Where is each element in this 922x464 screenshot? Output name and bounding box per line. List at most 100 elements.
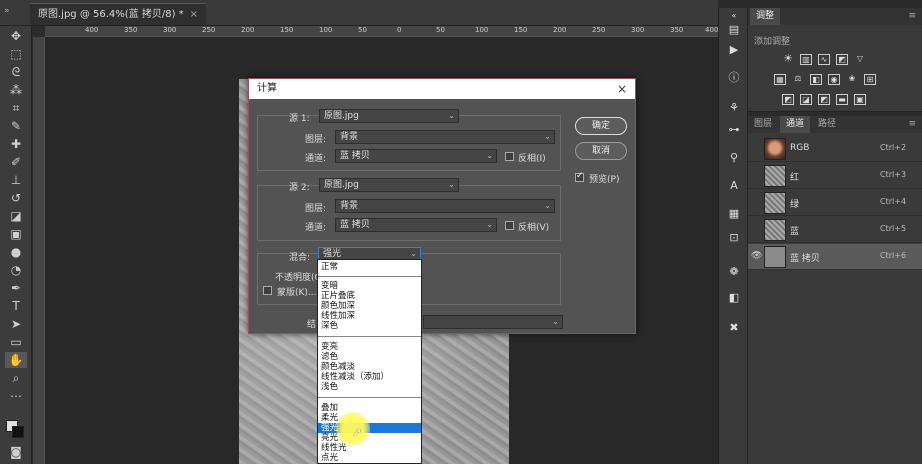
blend-option[interactable]: 亮光 [318,433,421,443]
close-icon[interactable]: × [190,9,198,20]
channel-mixer-icon[interactable]: ❀ [846,74,858,85]
vibrance-icon[interactable]: ▽ [854,54,866,65]
blend-mode-dropdown[interactable]: 正常 变暗 正片叠底 颜色加深 线性加深 深色 变亮 滤色 颜色减淡 线性减淡（… [317,259,422,464]
blend-option[interactable]: 深色 [318,321,421,331]
quick-mask-icon[interactable]: ◙ [5,444,27,460]
rectangle-tool-icon[interactable]: ▭ [5,334,27,350]
channel-row-green[interactable]: 绿 Ctrl+4 [748,190,922,216]
source1-channel-label: 通道: [305,154,327,164]
eraser-tool-icon[interactable]: ◪ [5,208,27,224]
tab-layers[interactable]: 图层 [748,116,778,133]
blend-option[interactable]: 叠加 [318,403,421,413]
path-selection-tool-icon[interactable]: ➤ [5,316,27,332]
channel-row-blue[interactable]: 蓝 Ctrl+5 [748,217,922,243]
source1-file-select[interactable]: 原图.jpg ⌄ [319,109,459,123]
panel-menu-icon[interactable]: ≡ [908,11,916,21]
exposure-icon[interactable]: ◩ [836,54,848,65]
panel-menu-icon[interactable]: ≡ [908,119,916,129]
history-brush-tool-icon[interactable]: ↺ [5,190,27,206]
selective-color-icon[interactable]: ▣ [854,94,866,105]
photo-filter-icon[interactable]: ◉ [828,74,840,85]
glyphs-panel-icon[interactable]: ⊡ [725,230,743,246]
clone-source-icon[interactable]: ⚲ [725,150,743,166]
type-tool-icon[interactable]: T [5,298,27,314]
source2-file-select[interactable]: 原图.jpg ⌄ [319,178,459,192]
move-tool-icon[interactable]: ✥ [5,28,27,44]
gradient-map-icon[interactable]: ▬ [836,94,848,105]
hand-tool-icon[interactable]: ✋ [5,352,27,368]
levels-icon[interactable]: ▥ [800,54,812,65]
preview-checkbox[interactable] [575,171,584,182]
swatches-panel-icon[interactable]: ◧ [725,290,743,306]
cancel-button[interactable]: 取消 [575,142,627,160]
channel-row-blue-copy[interactable]: 👁 蓝 拷贝 Ctrl+6 [748,244,922,270]
blend-option[interactable]: 颜色减淡 [318,362,421,372]
blend-option[interactable]: 变亮 [318,342,421,352]
history-panel-icon[interactable]: ▤ [725,22,743,38]
tab-channels[interactable]: 通道 [780,116,811,133]
source2-channel-select[interactable]: 蓝 拷贝 ⌄ [335,218,497,232]
blend-option[interactable]: 浅色 [318,382,421,392]
brightness-icon[interactable]: ☀ [782,53,794,65]
pen-tool-icon[interactable]: ✒ [5,280,27,296]
blend-option[interactable]: 变暗 [318,281,421,291]
lasso-tool-icon[interactable]: ᘓ [5,64,27,80]
blend-option[interactable]: 线性光 [318,443,421,453]
dialog-title-bar[interactable]: 计算 × [249,79,635,99]
marquee-tool-icon[interactable]: ⬚ [5,46,27,62]
properties-panel-icon[interactable]: ⊶ [725,122,743,138]
eyedropper-tool-icon[interactable]: ✎ [5,118,27,134]
channel-row-rgb[interactable]: RGB Ctrl+2 [748,136,922,162]
crop-tool-icon[interactable]: ⌗ [5,100,27,116]
mask-checkbox[interactable] [263,286,272,295]
brush-settings-icon[interactable]: ⚘ [725,100,743,116]
ok-button[interactable]: 确定 [575,117,627,135]
source2-layer-select[interactable]: 背景 ⌄ [335,199,555,213]
tools-preset-icon[interactable]: ✖ [725,320,743,336]
visibility-eye-icon[interactable]: 👁 [751,251,762,261]
invert-icon[interactable]: ◩ [782,94,794,105]
result-select[interactable]: ⌄ [423,315,563,329]
posterize-icon[interactable]: ◪ [800,94,812,105]
color-lookup-icon[interactable]: ⊞ [864,74,876,85]
background-color-swatch[interactable] [12,426,24,438]
channel-row-red[interactable]: 红 Ctrl+3 [748,163,922,189]
blend-option[interactable]: 正片叠底 [318,291,421,301]
brush-tool-icon[interactable]: ✐ [5,154,27,170]
blend-option[interactable]: 点光 [318,453,421,463]
character-panel-icon[interactable]: A [725,178,743,194]
curves-icon[interactable]: ∿ [818,54,830,65]
blend-option[interactable]: 颜色加深 [318,301,421,311]
blend-option[interactable]: 正常 [318,262,421,272]
close-icon[interactable]: × [617,79,627,99]
color-balance-icon[interactable]: ⚖ [792,74,804,85]
threshold-icon[interactable]: ◩ [818,94,830,105]
blur-tool-icon[interactable]: ● [5,244,27,260]
gradient-tool-icon[interactable]: ▣ [5,226,27,242]
hue-saturation-icon[interactable]: ▦ [774,74,786,85]
magic-wand-tool-icon[interactable]: ⁂ [5,82,27,98]
styles-panel-icon[interactable]: ❁ [725,264,743,280]
collapse-toolbar-icon[interactable]: » [4,6,10,16]
source1-channel-select[interactable]: 蓝 拷贝 ⌄ [335,149,497,163]
document-tab[interactable]: 原图.jpg @ 56.4%(蓝 拷贝/8) * × [30,3,207,25]
blend-option[interactable]: 线性加深 [318,311,421,321]
info-panel-icon[interactable]: ⓘ [725,70,743,86]
tab-paths[interactable]: 路径 [812,116,842,133]
zoom-tool-icon[interactable]: ⌕ [5,370,27,386]
blend-option[interactable]: 柔光 [318,413,421,423]
black-white-icon[interactable]: ◧ [810,74,822,85]
blend-option[interactable]: 滤色 [318,352,421,362]
actions-panel-icon[interactable]: ▶ [725,42,743,58]
tab-adjustments[interactable]: 调整 [750,8,781,25]
chevron-down-icon: ⌄ [544,201,551,210]
blend-option[interactable]: 线性减淡（添加） [318,372,421,382]
paragraph-panel-icon[interactable]: ▦ [725,206,743,222]
source2-invert-checkbox[interactable] [505,221,514,230]
source1-invert-checkbox[interactable] [505,152,514,161]
dodge-tool-icon[interactable]: ◔ [5,262,27,278]
healing-brush-tool-icon[interactable]: ✚ [5,136,27,152]
clone-stamp-tool-icon[interactable]: ⊥ [5,172,27,188]
more-tools-icon[interactable]: ⋯ [5,388,27,404]
source1-layer-select[interactable]: 背景 ⌄ [335,130,555,144]
